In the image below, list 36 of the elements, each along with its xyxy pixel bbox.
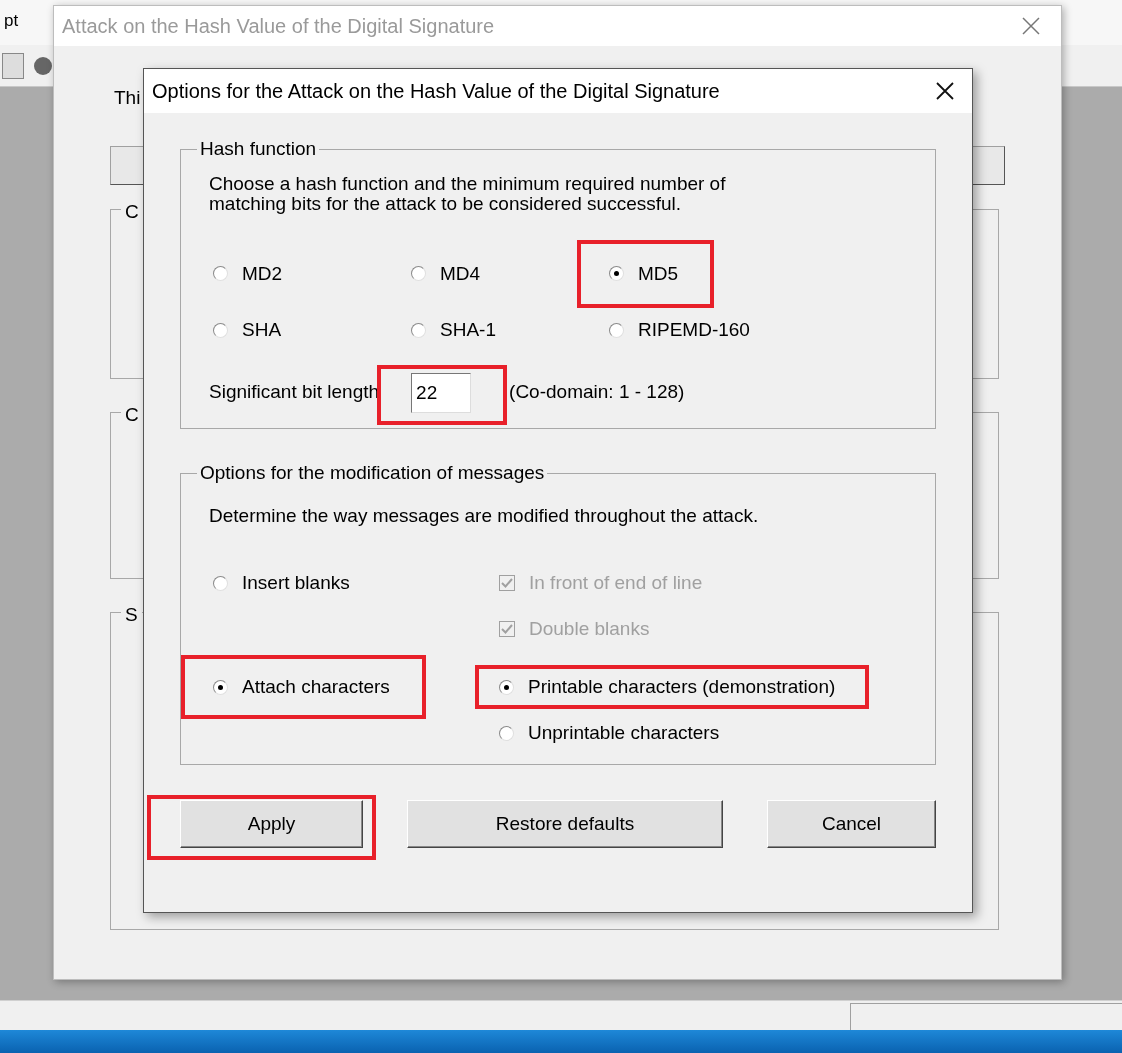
- group-label: Hash function: [199, 137, 318, 161]
- menu-item[interactable]: pt: [4, 8, 19, 34]
- dialog-button[interactable]: Cancel: [767, 800, 936, 848]
- radio-label[interactable]: SHA-1: [440, 316, 496, 345]
- group-label: Options for the modification of messages: [199, 461, 546, 485]
- dialog-button[interactable]: Apply: [180, 800, 363, 848]
- window-title: Attack on the Hash Value of the Digital Signature: [62, 14, 495, 39]
- radio-label[interactable]: Unprintable characters: [528, 718, 720, 748]
- radio-button[interactable]: [609, 266, 624, 282]
- description-text: Determine the way messages are modified throughout the attack.: [209, 503, 760, 528]
- radio-button[interactable]: [499, 679, 514, 695]
- radio-label[interactable]: MD5: [638, 259, 679, 288]
- radio-button[interactable]: [213, 266, 228, 282]
- radio-label[interactable]: RIPEMD-160: [638, 316, 750, 345]
- radio-button[interactable]: [213, 679, 228, 695]
- intro-text: Thi: [114, 86, 141, 110]
- radio-button[interactable]: [411, 266, 426, 282]
- radio-label[interactable]: Attach characters: [242, 672, 390, 702]
- radio-button[interactable]: [411, 322, 426, 338]
- close-icon[interactable]: [936, 82, 954, 100]
- field-label: Significant bit length: [209, 380, 380, 405]
- radio-button[interactable]: [213, 322, 228, 338]
- radio-label[interactable]: Printable characters (demonstration): [528, 672, 836, 702]
- radio-button[interactable]: [213, 575, 228, 591]
- input-field[interactable]: 22: [411, 372, 472, 413]
- radio-label[interactable]: MD2: [242, 259, 283, 288]
- radio-button[interactable]: [609, 322, 624, 338]
- range-text: (Co-domain: 1 - 128): [509, 380, 685, 405]
- radio-label[interactable]: MD4: [440, 259, 481, 288]
- description-text: Choose a hash function and the minimum required number of matching bits for the attack to be considered successful.: [209, 173, 727, 214]
- radio-button[interactable]: [499, 725, 514, 741]
- toolbar-document-icon[interactable]: [2, 52, 24, 79]
- dialog-title: Options for the Attack on the Hash Value of the Digital Signature: [152, 79, 720, 104]
- radio-label[interactable]: Insert blanks: [242, 568, 350, 598]
- dialog-button[interactable]: Restore defaults: [407, 800, 723, 848]
- radio-label[interactable]: SHA: [242, 316, 282, 345]
